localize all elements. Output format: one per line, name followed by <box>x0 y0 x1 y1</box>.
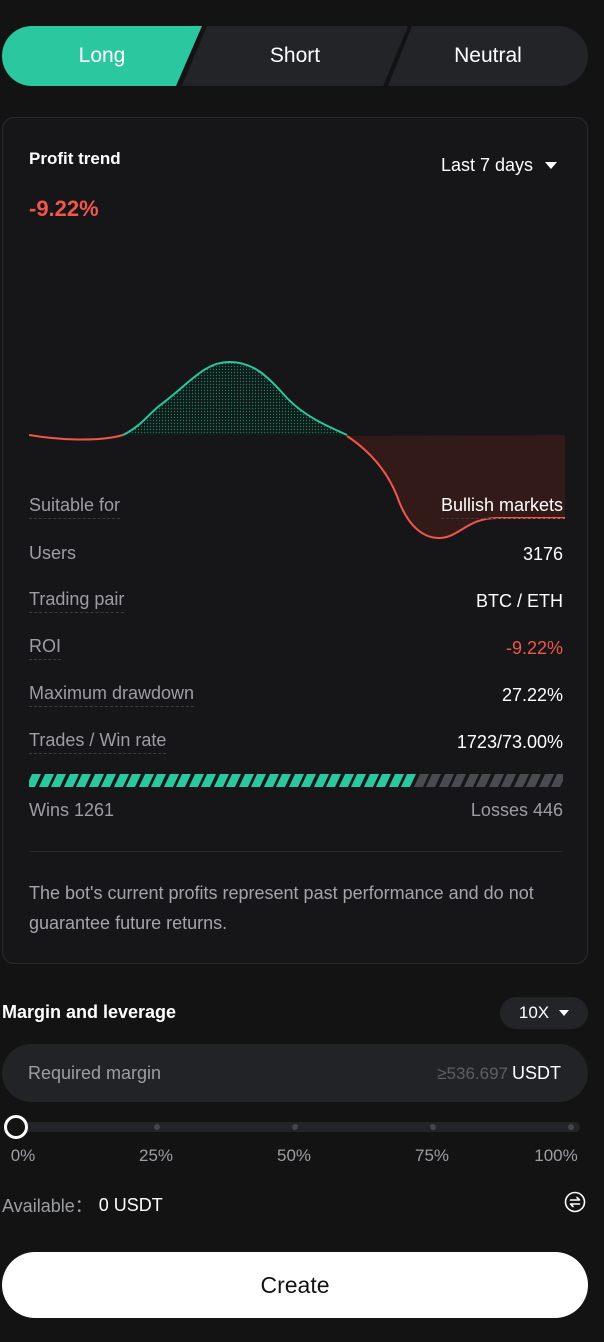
win-segment <box>325 774 341 787</box>
available-value: 0 USDT <box>98 1194 163 1215</box>
win-loss-bar <box>29 774 563 787</box>
margin-leverage-title: Margin and leverage <box>2 1002 177 1022</box>
margin-suffix: ≥536.697 USDT <box>437 1063 561 1084</box>
tab-short-label: Short <box>269 44 321 67</box>
profit-trend-value: -9.22% <box>29 196 99 221</box>
create-button[interactable]: Create <box>2 1252 588 1318</box>
stat-label: Trading pair <box>29 589 125 613</box>
stat-label: ROI <box>29 636 62 660</box>
win-segment <box>100 774 116 787</box>
slider-stop-50[interactable] <box>292 1124 298 1130</box>
strategy-card: Profit trend Last 7 days -9.22% Suitable… <box>2 117 588 964</box>
losses-label: Losses 446 <box>470 800 563 820</box>
margin-currency: USDT <box>512 1062 561 1083</box>
loss-segment <box>550 774 563 787</box>
win-segment <box>200 774 216 787</box>
negative-area <box>347 435 565 538</box>
win-segment <box>75 774 91 787</box>
divider <box>29 851 563 852</box>
win-segment <box>375 774 391 787</box>
stat-value: 3176 <box>522 543 563 564</box>
stat-trades-win-rate: Trades / Win rate 1723/73.00% <box>29 727 563 757</box>
win-segment <box>300 774 316 787</box>
tab-neutral-label: Neutral <box>454 44 522 67</box>
loss-segment <box>475 774 491 787</box>
stat-label: Trades / Win rate <box>29 730 167 754</box>
direction-tabs: Long Short Neutral <box>0 26 604 86</box>
leverage-selector[interactable]: 10X <box>500 997 588 1029</box>
win-segment <box>175 774 191 787</box>
win-segment <box>250 774 266 787</box>
stat-value: 27.22% <box>501 684 563 705</box>
win-segment <box>350 774 366 787</box>
win-segment <box>50 774 66 787</box>
stat-users: Users 3176 <box>29 539 563 569</box>
win-segment <box>400 774 416 787</box>
tick-label: 75% <box>414 1146 450 1165</box>
stat-trading-pair: Trading pair BTC / ETH <box>29 586 563 616</box>
leverage-value: 10X <box>518 1003 550 1022</box>
win-segment <box>225 774 241 787</box>
positive-area <box>123 362 347 435</box>
profit-trend-label: Profit trend <box>29 149 121 168</box>
margin-placeholder: Required margin <box>28 1062 162 1083</box>
stat-value: 1723/73.00% <box>456 731 563 752</box>
slider-stop-25[interactable] <box>154 1124 160 1130</box>
wins-label: Wins 1261 <box>29 800 115 820</box>
tick-label: 25% <box>138 1146 174 1165</box>
tick-label: 0% <box>10 1146 36 1165</box>
loss-segment <box>500 774 516 787</box>
stat-value: Bullish markets <box>440 495 563 519</box>
win-loss-labels: Wins 1261 Losses 446 <box>29 800 563 821</box>
negative-line-left <box>29 434 124 441</box>
caret-down-icon <box>559 1010 570 1016</box>
slider-stop-100[interactable] <box>568 1124 574 1130</box>
stat-suitable-for: Suitable for Bullish markets <box>29 492 563 522</box>
range-label: Last 7 days <box>440 155 533 175</box>
tick-label: 100% <box>534 1146 578 1165</box>
tab-short[interactable]: Short <box>182 26 408 86</box>
loss-segment <box>425 774 441 787</box>
stat-label: Suitable for <box>29 495 121 519</box>
win-segment <box>125 774 141 787</box>
transfer-icon[interactable] <box>564 1191 586 1213</box>
available-balance: Available： 0 USDT <box>2 1192 163 1218</box>
stat-value: -9.22% <box>505 637 563 658</box>
caret-down-icon <box>545 162 557 169</box>
slider-thumb[interactable] <box>4 1115 28 1139</box>
stat-label: Users <box>29 542 77 563</box>
margin-slider[interactable] <box>4 1115 580 1139</box>
disclaimer-text: The bot's current profits represent past… <box>29 883 534 933</box>
tick-label: 50% <box>276 1146 312 1165</box>
tab-neutral[interactable]: Neutral <box>388 26 588 86</box>
required-margin-input[interactable]: Required margin ≥536.697 USDT <box>2 1044 588 1102</box>
range-selector[interactable]: Last 7 days <box>441 155 557 176</box>
loss-segment <box>525 774 541 787</box>
available-label: Available： <box>2 1196 93 1216</box>
stat-value: BTC / ETH <box>475 590 563 611</box>
stat-max-drawdown: Maximum drawdown 27.22% <box>29 680 563 710</box>
slider-ticks: 0% 25% 50% 75% 100% <box>0 1146 604 1168</box>
tab-long[interactable]: Long <box>2 26 202 86</box>
loss-segment <box>450 774 466 787</box>
margin-minimum: ≥536.697 <box>437 1063 508 1083</box>
win-segment <box>275 774 291 787</box>
tab-long-label: Long <box>78 44 126 67</box>
stat-roi: ROI -9.22% <box>29 633 563 663</box>
slider-stop-75[interactable] <box>430 1124 436 1130</box>
stat-label: Maximum drawdown <box>29 683 195 707</box>
win-segment <box>150 774 166 787</box>
